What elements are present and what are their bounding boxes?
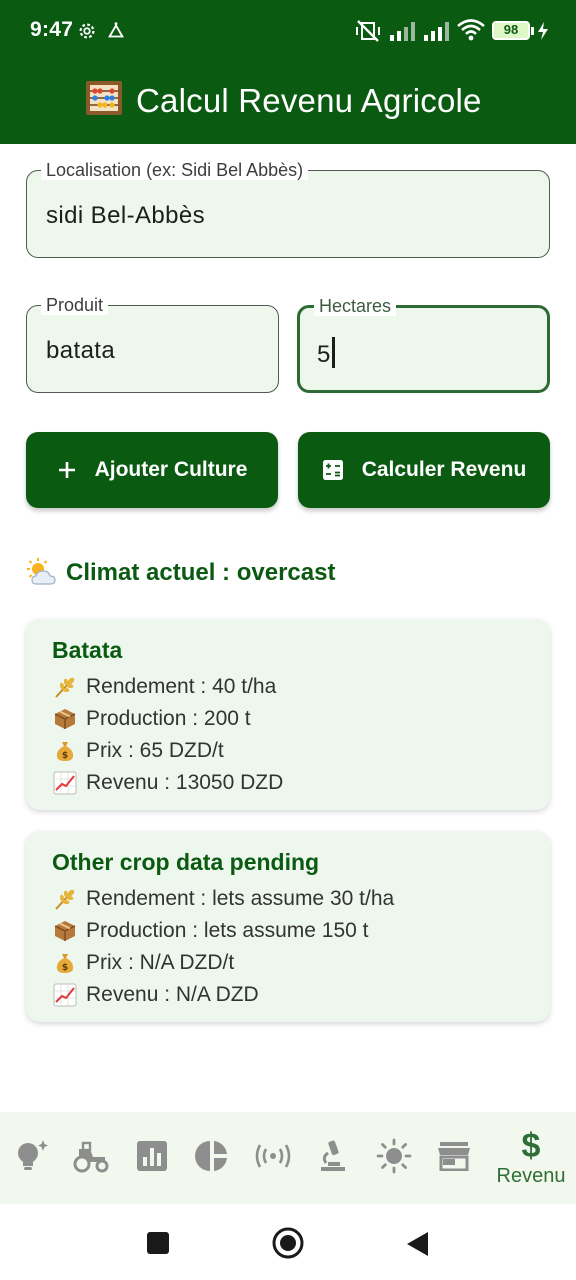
app-bar: Calcul Revenu Agricole [0,64,576,144]
hectares-field[interactable]: Hectares 5 [297,296,550,393]
location-field[interactable]: Localisation (ex: Sidi Bel Abbès) sidi B… [26,160,550,258]
revenue-row: Revenu : N/A DZD [52,982,259,1008]
home-button[interactable] [271,1226,305,1265]
chart-increasing-icon [52,982,78,1008]
money-bag-icon: $ [52,738,78,764]
broadcast-icon [255,1143,291,1174]
signal-strength-2-icon [422,20,452,47]
hectares-field-value: 5 [317,341,331,368]
page-title: Calcul Revenu Agricole [136,81,482,119]
yield-text: Rendement : 40 t/ha [86,675,277,698]
revenue-row: Revenu : 13050 DZD [52,770,283,796]
product-field-value: batata [46,337,116,364]
yield-row: Rendement : 40 t/ha [52,674,276,700]
system-navigation-bar [0,1204,576,1280]
production-text: Production : 200 t [86,707,251,730]
location-field-value: sidi Bel-Abbès [46,202,206,229]
settings-gear-icon [76,20,98,47]
microscope-icon [318,1139,348,1178]
production-row: Production : lets assume 150 t [52,918,369,944]
yield-text: Rendement : lets assume 30 t/ha [86,887,395,910]
climate-status: Climat actuel : overcast [26,558,335,588]
location-field-label: Localisation (ex: Sidi Bel Abbès) [41,160,309,180]
battery-level: 98 [503,22,519,37]
nav-item-stats[interactable] [129,1112,175,1204]
recent-apps-button[interactable] [146,1231,170,1260]
product-field[interactable]: Produit batata [26,295,279,393]
wheat-icon [52,674,78,700]
nav-item-revenue[interactable]: $ Revenu [486,1112,576,1204]
location-ping-icon [105,20,127,47]
nav-item-revenue-label: Revenu [496,1164,566,1187]
price-text: Prix : N/A DZD/t [86,951,235,974]
production-text: Production : lets assume 150 t [86,919,369,942]
climate-text: Climat actuel : overcast [66,559,336,586]
signal-strength-icon [388,20,418,47]
back-button[interactable] [405,1231,429,1262]
bottom-navigation: $ Revenu [0,1112,576,1204]
revenue-text: Revenu : 13050 DZD [86,771,284,794]
svg-text:$: $ [62,963,68,973]
abacus-icon [84,78,124,123]
add-culture-label: Ajouter Culture [94,458,248,481]
nav-item-ideas[interactable] [8,1112,54,1204]
calculate-revenue-button[interactable]: Calculer Revenu [298,432,550,508]
dollar-icon: $ [521,1126,541,1165]
production-row: Production : 200 t [52,706,251,732]
pie-chart-icon [195,1139,229,1178]
status-bar: 9:47 98 [0,0,576,64]
price-row: $ Prix : N/A DZD/t [52,950,234,976]
hectares-value-wrap: 5 [317,337,335,369]
mute-vibrate-icon [354,19,382,48]
nav-item-equipment[interactable] [68,1112,114,1204]
sun-icon [376,1138,412,1179]
bar-chart-icon [136,1140,168,1177]
nav-item-lab[interactable] [310,1112,356,1204]
crop-card: Other crop data pending Rendement : lets… [26,831,550,1022]
lightbulb-icon [12,1138,50,1179]
nav-item-market[interactable] [431,1112,477,1204]
crop-card: Batata Rendement : 40 t/ha Production : … [26,619,550,810]
status-time: 9:47 [30,18,74,41]
nav-item-analysis[interactable] [189,1112,235,1204]
package-icon [52,706,78,732]
battery-icon: 98 [492,21,549,40]
sun-behind-cloud-icon [26,558,58,588]
calculator-icon [322,459,344,481]
text-cursor [331,337,335,368]
tractor-icon [71,1139,111,1178]
product-field-label: Produit [41,295,109,315]
money-bag-icon: $ [52,950,78,976]
svg-text:$: $ [62,751,68,761]
crop-card-title: Batata [52,637,123,663]
hectares-field-label: Hectares [314,296,397,316]
store-icon [437,1141,471,1176]
package-icon [52,918,78,944]
wifi-icon [456,18,486,47]
calculate-revenue-label: Calculer Revenu [361,458,527,481]
wheat-icon [52,886,78,912]
chart-increasing-icon [52,770,78,796]
revenue-text: Revenu : N/A DZD [86,983,259,1006]
crop-card-title: Other crop data pending [52,849,320,875]
yield-row: Rendement : lets assume 30 t/ha [52,886,394,912]
nav-item-sensors[interactable] [250,1112,296,1204]
plus-icon [57,460,77,480]
price-text: Prix : 65 DZD/t [86,739,224,762]
nav-item-weather[interactable] [371,1112,417,1204]
price-row: $ Prix : 65 DZD/t [52,738,224,764]
add-culture-button[interactable]: Ajouter Culture [26,432,278,508]
